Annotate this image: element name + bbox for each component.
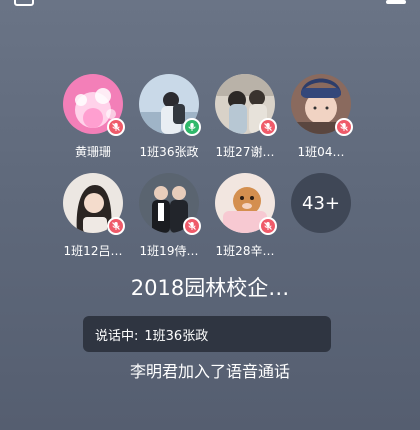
speaking-label: 说话中: <box>95 328 139 344</box>
mic-off-icon <box>107 217 125 235</box>
speaking-status: 说话中: 1班36张政 <box>83 316 331 352</box>
speaking-name: 1班36张政 <box>144 328 209 344</box>
participant-item[interactable]: 黄珊珊 <box>55 74 131 174</box>
participant-name: 黄珊珊 <box>74 145 111 159</box>
participant-item[interactable]: 1班27谢… <box>207 74 283 174</box>
participant-name: 1班27谢… <box>215 145 275 159</box>
participant-name: 1班28辛… <box>215 244 275 258</box>
mic-off-icon <box>183 217 201 235</box>
participant-item[interactable]: 1班28辛… <box>207 173 283 273</box>
participant-name: 1班04… <box>297 145 345 159</box>
mic-off-icon <box>259 217 277 235</box>
participant-item[interactable]: 1班04… <box>283 74 359 174</box>
participant-grid: 黄珊珊 1班36张政 1班27谢… 1班04… 1班12吕… 1班19侍… 1班… <box>0 0 420 270</box>
participant-name: 1班19侍… <box>139 244 199 258</box>
participant-name: 1班12吕… <box>63 244 123 258</box>
participant-name: 1班36张政 <box>139 145 199 159</box>
mic-off-icon <box>259 118 277 136</box>
participant-item[interactable]: 1班12吕… <box>55 173 131 273</box>
group-title: 2018园林校企… <box>130 276 290 300</box>
mic-icon <box>183 118 201 136</box>
mic-off-icon <box>107 118 125 136</box>
participant-item[interactable]: 1班19侍… <box>131 173 207 273</box>
more-participants-button[interactable]: 43+ <box>291 173 351 233</box>
mic-off-icon <box>335 118 353 136</box>
participant-item[interactable]: 1班36张政 <box>131 74 207 174</box>
join-notice: 李明君加入了语音通话 <box>129 362 290 381</box>
